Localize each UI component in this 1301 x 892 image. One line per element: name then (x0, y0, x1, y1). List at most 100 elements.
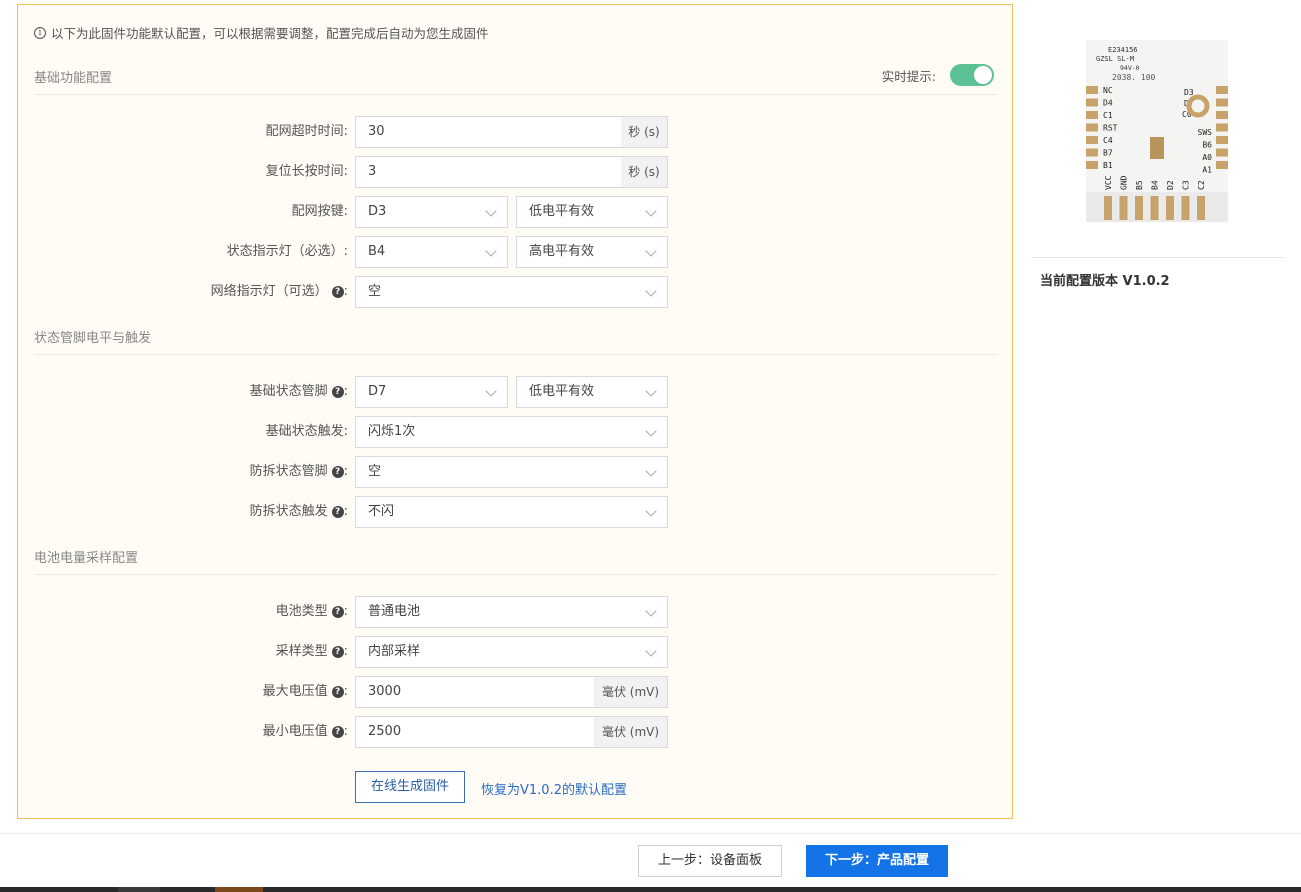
chip-text-1: E234156 (1108, 46, 1138, 54)
reset-press-input[interactable]: 3 (355, 156, 622, 188)
help-icon[interactable]: ? (331, 506, 344, 518)
chevron-down-icon (485, 385, 497, 397)
help-icon[interactable]: ? (331, 646, 344, 658)
chip-pad (1181, 196, 1190, 220)
divider (34, 94, 998, 95)
info-icon: i (34, 26, 46, 39)
net-timeout-unit: 秒 (s) (621, 116, 668, 148)
row-tamper-pin: 防拆状态管脚?: 空 (18, 456, 1012, 488)
base-status-trigger-select[interactable]: 闪烁1次 (355, 416, 668, 448)
chevron-down-icon (645, 505, 657, 517)
realtime-label: 实时提示: (881, 68, 936, 84)
net-button-level-select[interactable]: 低电平有效 (516, 196, 668, 228)
help-icon[interactable]: ? (331, 286, 344, 298)
status-led-level-select[interactable]: 高电平有效 (516, 236, 668, 268)
label-tamper-pin: 防拆状态管脚?: (249, 464, 348, 479)
label-sample-type: 采样类型?: (275, 644, 348, 659)
chevron-down-icon (645, 205, 657, 217)
help-icon[interactable]: ? (331, 466, 344, 478)
chevron-down-icon (645, 465, 657, 477)
chip-pin-label: C3 (1182, 180, 1191, 190)
label-net-button: 配网按键: (291, 204, 348, 219)
chip-pad (1104, 196, 1112, 220)
net-led-select[interactable]: 空 (355, 276, 668, 308)
toggle-knob (974, 66, 992, 84)
label-status-led: 状态指示灯（必选）: (226, 244, 348, 259)
chip-pin-label: C2 (1197, 180, 1206, 190)
chevron-down-icon (485, 205, 497, 217)
chip-pad (1216, 148, 1228, 157)
chip-pad (1216, 98, 1228, 107)
section-title-battery: 电池电量采样配置 (34, 551, 139, 566)
notice-text: 以下为此固件功能默认配置，可以根据需要调整，配置完成后自动为您生成固件 (51, 26, 489, 41)
chip-pad (1086, 86, 1098, 94)
chevron-down-icon (645, 645, 657, 657)
label-battery-type: 电池类型?: (275, 604, 348, 619)
row-min-voltage: 最小电压值?: 2500 毫伏 (mV) (18, 716, 1012, 748)
chip-pad (1197, 196, 1205, 220)
chip-pad (1086, 123, 1098, 132)
tamper-trigger-select[interactable]: 不闪 (355, 496, 668, 528)
battery-type-select[interactable]: 普通电池 (355, 596, 668, 628)
config-version: 当前配置版本 V1.0.2 (1040, 274, 1170, 289)
help-icon[interactable]: ? (331, 726, 344, 738)
base-status-level-select[interactable]: 低电平有效 (516, 376, 668, 408)
chip-text-3: 94V-0 (1120, 64, 1140, 72)
taskbar-strip (0, 887, 1301, 892)
label-base-status-trigger: 基础状态触发: (265, 424, 348, 439)
taskbar-item (118, 887, 160, 892)
chip-pin-label: SWS (1198, 128, 1213, 137)
row-battery-type: 电池类型?: 普通电池 (18, 596, 1012, 628)
status-led-pin-select[interactable]: B4 (355, 236, 508, 268)
realtime-toggle[interactable] (950, 64, 994, 86)
min-voltage-input[interactable]: 2500 (355, 716, 595, 748)
tamper-pin-select[interactable]: 空 (355, 456, 668, 488)
divider (1031, 257, 1284, 258)
row-max-voltage: 最大电压值?: 3000 毫伏 (mV) (18, 676, 1012, 708)
row-status-led: 状态指示灯（必选）: B4 高电平有效 (18, 236, 1012, 268)
row-reset-press: 复位长按时间: 3 秒 (s) (18, 156, 1012, 188)
chip-pin-label: C4 (1103, 136, 1113, 145)
base-status-pin-select[interactable]: D7 (355, 376, 508, 408)
chip-pin-label: D4 (1103, 99, 1113, 108)
chip-pad (1216, 136, 1228, 144)
chip-pad (1216, 111, 1228, 119)
chip-pin-label: NC (1103, 86, 1113, 95)
label-net-timeout: 配网超时时间: (265, 124, 348, 139)
help-icon[interactable]: ? (331, 386, 344, 398)
chip-pin-label: B6 (1202, 141, 1212, 150)
net-button-pin-select[interactable]: D3 (355, 196, 508, 228)
label-reset-press: 复位长按时间: (265, 164, 348, 179)
next-step-button[interactable]: 下一步：产品配置 (806, 845, 948, 877)
divider (34, 574, 998, 575)
help-icon[interactable]: ? (331, 606, 344, 618)
help-icon[interactable]: ? (331, 686, 344, 698)
row-tamper-trigger: 防拆状态触发?: 不闪 (18, 496, 1012, 528)
row-net-led: 网络指示灯（可选）?: 空 (18, 276, 1012, 308)
sample-type-select[interactable]: 内部采样 (355, 636, 668, 668)
chevron-down-icon (485, 245, 497, 257)
chip-pad (1216, 86, 1228, 94)
notice: i 以下为此固件功能默认配置，可以根据需要调整，配置完成后自动为您生成固件 (34, 23, 489, 42)
realtime-hint: 实时提示: (882, 64, 994, 86)
chip-pad (1086, 161, 1098, 169)
max-voltage-input[interactable]: 3000 (355, 676, 595, 708)
chip-pad (1119, 196, 1128, 220)
chip-pad (1135, 196, 1143, 220)
chip-pad (1216, 161, 1228, 169)
chip-pin-label: C1 (1103, 111, 1113, 120)
module-chip-image: E234156 GZSL SL-M 94V-0 2038. 100 NC D4 C1… (1086, 40, 1228, 222)
prev-step-button[interactable]: 上一步：设备面板 (638, 845, 782, 877)
reset-press-unit: 秒 (s) (621, 156, 668, 188)
section-title-status: 状态管脚电平与触发 (34, 331, 152, 346)
net-timeout-input[interactable]: 30 (355, 116, 622, 148)
config-panel: i 以下为此固件功能默认配置，可以根据需要调整，配置完成后自动为您生成固件 基础… (17, 4, 1013, 819)
chip-text-4: 2038. 100 (1112, 73, 1156, 82)
chevron-down-icon (645, 245, 657, 257)
restore-default-link[interactable]: 恢复为V1.0.2的默认配置 (481, 779, 627, 798)
chip-pin-label: GND (1120, 175, 1129, 190)
section-title-basic: 基础功能配置 (34, 71, 113, 86)
min-voltage-unit: 毫伏 (mV) (594, 716, 668, 748)
chip-pad (1166, 196, 1174, 220)
generate-firmware-button[interactable]: 在线生成固件 (355, 771, 465, 803)
